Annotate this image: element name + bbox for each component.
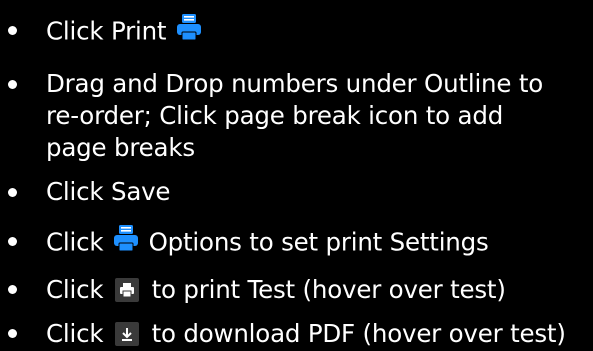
bullet: [8, 80, 17, 89]
printer-icon: [113, 224, 139, 261]
instruction-text: Click Save: [46, 177, 171, 206]
instruction-text: to download PDF (hover over test): [151, 319, 566, 348]
small-print-icon: [114, 278, 139, 302]
instruction-text: Click: [46, 227, 104, 257]
instruction-text: Click: [46, 319, 104, 348]
bullet: [8, 26, 17, 35]
instruction-text: Click Print: [46, 16, 167, 46]
instruction-text-line: page breaks: [46, 133, 195, 162]
instruction-text: to print Test (hover over test): [151, 275, 506, 304]
bullet: [8, 237, 17, 246]
printer-icon: [176, 13, 202, 50]
download-icon: [114, 322, 139, 346]
bullet: [8, 329, 17, 338]
bullet: [8, 285, 17, 294]
instruction-text: Options to set print Settings: [148, 227, 489, 257]
bullet: [8, 188, 17, 197]
instruction-slide: Click Print Drag and Drop numbers under …: [0, 0, 593, 349]
instruction-text-line: Drag and Drop numbers under Outline to: [46, 69, 544, 98]
instruction-text-line: re-order; Click page break icon to add: [46, 101, 504, 130]
instruction-text: Click: [46, 275, 104, 304]
